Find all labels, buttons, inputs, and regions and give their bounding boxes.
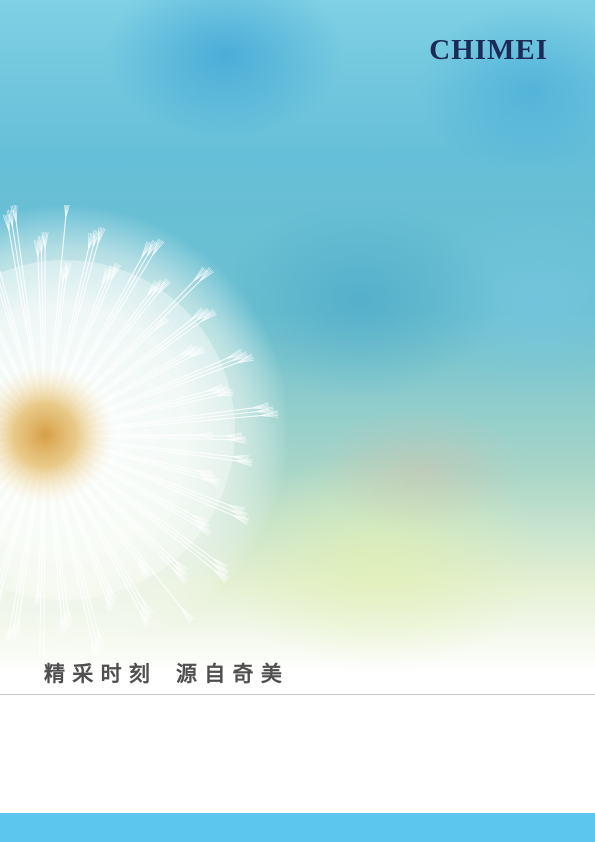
- cover-photo: CHIMEI: [0, 0, 595, 695]
- slogan: 精 采 时 刻源 自 奇 美: [44, 658, 282, 688]
- chimei-logo: CHIMEI: [429, 34, 548, 66]
- slogan-part-1: 精 采 时 刻: [44, 661, 150, 686]
- dandelion-image: [0, 205, 290, 655]
- slogan-part-2: 源 自 奇 美: [175, 661, 282, 686]
- divider-line: [0, 694, 595, 695]
- footer-color-band: [0, 813, 595, 842]
